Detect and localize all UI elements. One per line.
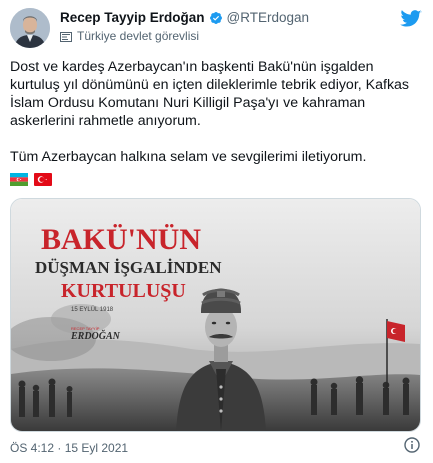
flag-emojis [10,173,52,186]
avatar[interactable] [10,8,50,48]
twitter-bird-icon[interactable] [400,10,422,28]
image-title-line1: BAKÜ'NÜN [41,223,201,256]
tweet-paragraph: Tüm Azerbaycan halkına selam ve sevgiler… [10,149,367,165]
tweet-card: Recep Tayyip Erdoğan @RTErdogan Türkiye … [0,0,433,463]
tweet-timestamp[interactable]: ÖS 4:12 · 15 Eyl 2021 [10,441,128,455]
info-icon[interactable] [404,437,420,453]
government-label-icon [60,31,72,42]
image-date: 15 EYLÜL 1918 [71,306,114,313]
turkey-flag-icon [34,173,52,186]
image-title-line3: KURTULUŞU [61,280,186,302]
author-name[interactable]: Recep Tayyip Erdoğan [60,9,205,26]
tweet-paragraph: Dost ve kardeş Azerbaycan'ın başkenti Ba… [10,59,410,129]
azerbaijan-flag-icon [10,173,28,186]
tweet-text: Dost ve kardeş Azerbaycan'ın başkenti Ba… [10,58,425,166]
government-label[interactable]: Türkiye devlet görevlisi [77,29,199,44]
verified-badge-icon [209,11,222,24]
image-title-line2: DÜŞMAN İŞGALİNDEN [35,258,222,277]
signature-name: ERDOĞAN [70,329,121,342]
author-handle[interactable]: @RTErdogan [227,9,310,26]
tweet-image[interactable]: BAKÜ'NÜN DÜŞMAN İŞGALİNDEN KURTULUŞU 15 … [10,198,421,432]
author-info: Recep Tayyip Erdoğan @RTErdogan Türkiye … [60,9,380,44]
